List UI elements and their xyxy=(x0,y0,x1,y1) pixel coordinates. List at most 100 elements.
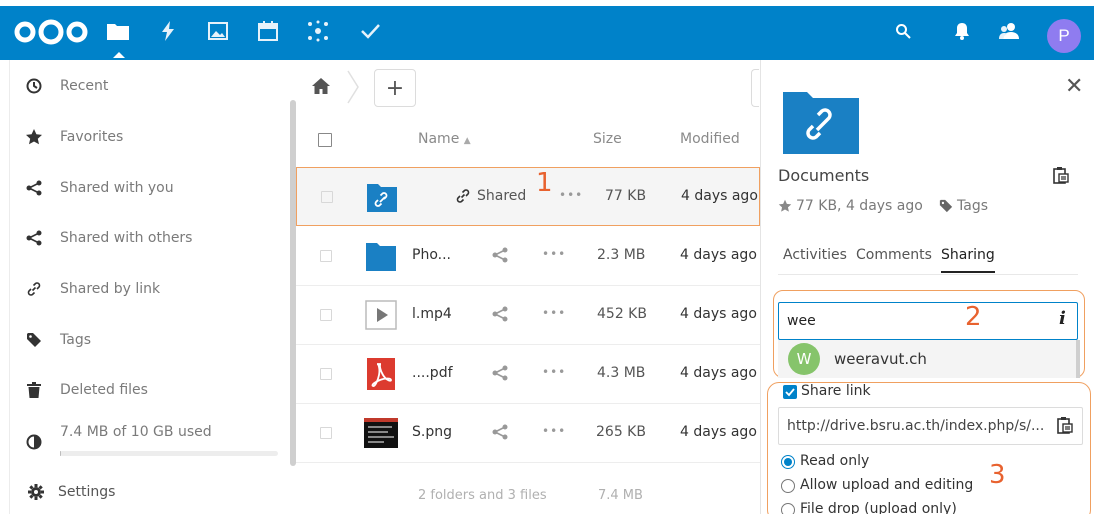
nav-item-favorites[interactable]: Favorites xyxy=(10,117,280,157)
more-actions-icon[interactable]: ••• xyxy=(542,306,566,320)
search-icon[interactable] xyxy=(892,20,914,42)
nav-item-label: Shared with others xyxy=(60,230,193,246)
total-size: 7.4 MB xyxy=(598,488,643,503)
nextcloud-logo[interactable] xyxy=(14,18,88,46)
row-checkbox[interactable] xyxy=(320,250,332,262)
nav-item-quota[interactable]: 7.4 MB of 10 GB used xyxy=(10,416,280,456)
tags-label: Tags xyxy=(957,198,988,214)
allow-upload-radio[interactable] xyxy=(781,479,795,493)
folder-icon xyxy=(366,243,396,271)
calendar-icon[interactable] xyxy=(256,19,280,43)
gallery-icon[interactable] xyxy=(206,19,230,43)
circles-icon[interactable] xyxy=(306,19,330,43)
details-sidebar: ✕ Documents 77 KB, 4 days ago Tags Activ… xyxy=(760,60,1094,514)
nav-item-shared-with-others[interactable]: Shared with others xyxy=(10,218,280,258)
row-checkbox[interactable] xyxy=(320,368,332,380)
tab-activities[interactable]: Activities xyxy=(783,247,847,263)
link-icon[interactable] xyxy=(455,188,471,208)
more-actions-icon[interactable]: ••• xyxy=(559,188,583,202)
contacts-icon[interactable] xyxy=(998,20,1020,42)
file-drop-label[interactable]: File drop (upload only) xyxy=(800,501,957,514)
file-drop-radio[interactable] xyxy=(781,503,795,514)
nav-item-recent[interactable]: Recent xyxy=(10,66,280,106)
share-link-checkbox[interactable] xyxy=(783,385,797,399)
star-icon[interactable] xyxy=(778,199,792,213)
file-name[interactable]: S.png xyxy=(412,424,452,440)
share-suggestion[interactable]: W weeravut.ch xyxy=(778,340,1078,378)
column-modified[interactable]: Modified xyxy=(680,131,740,147)
file-row-pdf[interactable]: ....pdf ••• 4.3 MB 4 days ago xyxy=(296,345,760,404)
quota-pie-icon xyxy=(24,432,44,452)
tasks-icon[interactable] xyxy=(358,19,382,43)
row-checkbox[interactable] xyxy=(320,427,332,439)
files-icon[interactable] xyxy=(106,19,130,43)
file-list: + Name ▲ Size Modified Shared ••• 77 KB … xyxy=(296,60,760,514)
tag-icon xyxy=(939,199,953,213)
quota-label: 7.4 MB of 10 GB used xyxy=(60,424,212,440)
clipboard-icon[interactable] xyxy=(1053,166,1069,188)
share-icon[interactable] xyxy=(492,247,508,267)
file-row-folder[interactable]: Pho... ••• 2.3 MB 4 days ago xyxy=(296,227,760,286)
nav-item-settings[interactable]: Settings xyxy=(10,472,280,512)
read-only-label[interactable]: Read only xyxy=(800,453,869,469)
close-icon[interactable]: ✕ xyxy=(1065,74,1083,99)
file-row-video[interactable]: l.mp4 ••• 452 KB 4 days ago xyxy=(296,286,760,345)
file-meta: 77 KB, 4 days ago xyxy=(778,198,923,214)
quota-bar xyxy=(60,451,278,456)
row-checkbox[interactable] xyxy=(320,309,332,321)
file-row-image[interactable]: S.png ••• 265 KB 4 days ago xyxy=(296,404,760,463)
app-navigation: Recent Favorites Shared with you Shared … xyxy=(10,60,296,514)
suggestion-avatar: W xyxy=(788,343,820,375)
file-name[interactable]: l.mp4 xyxy=(412,306,452,322)
row-checkbox[interactable] xyxy=(321,191,333,203)
column-size[interactable]: Size xyxy=(593,131,622,147)
suggestion-scrollbar[interactable] xyxy=(1076,340,1080,378)
file-size: 77 KB xyxy=(605,188,647,204)
file-row-documents[interactable]: Shared ••• 77 KB 4 days ago xyxy=(296,167,760,226)
active-app-marker xyxy=(113,52,125,58)
nav-item-shared-with-you[interactable]: Shared with you xyxy=(10,168,280,208)
more-actions-icon[interactable]: ••• xyxy=(542,247,566,261)
copy-link-icon[interactable] xyxy=(1057,416,1073,438)
suggestion-name: weeravut.ch xyxy=(834,350,927,368)
new-file-button[interactable]: + xyxy=(374,69,416,107)
shared-label[interactable]: Shared xyxy=(477,188,526,204)
column-name-label: Name xyxy=(418,131,460,147)
share-search-input[interactable] xyxy=(778,302,1078,340)
annotation-two: 2 xyxy=(965,302,982,332)
nav-item-label: Deleted files xyxy=(60,382,148,398)
user-avatar[interactable]: P xyxy=(1047,19,1081,53)
share-link-label[interactable]: Share link xyxy=(801,383,871,399)
share-icon[interactable] xyxy=(492,424,508,444)
share-icon[interactable] xyxy=(492,306,508,326)
share-icon[interactable] xyxy=(492,365,508,385)
read-only-radio[interactable] xyxy=(781,455,795,469)
tags-button[interactable]: Tags xyxy=(939,198,988,214)
nav-item-deleted-files[interactable]: Deleted files xyxy=(10,370,280,410)
nav-item-tags[interactable]: Tags xyxy=(10,320,280,360)
info-icon[interactable]: i xyxy=(1059,308,1066,329)
notifications-icon[interactable] xyxy=(951,20,973,42)
tab-comments[interactable]: Comments xyxy=(856,247,932,263)
clock-icon xyxy=(24,76,44,96)
link-icon xyxy=(24,279,44,299)
tab-divider xyxy=(778,274,1078,275)
share-link-url[interactable] xyxy=(778,407,1083,445)
annotation-three: 3 xyxy=(989,460,1006,490)
nav-item-label: Shared by link xyxy=(60,281,161,297)
more-actions-icon[interactable]: ••• xyxy=(542,424,566,438)
more-actions-icon[interactable]: ••• xyxy=(542,365,566,379)
tag-icon xyxy=(24,330,44,350)
file-name[interactable]: Pho... xyxy=(412,247,451,263)
nav-item-shared-by-link[interactable]: Shared by link xyxy=(10,269,280,309)
column-name[interactable]: Name ▲ xyxy=(418,131,471,147)
file-name[interactable]: ....pdf xyxy=(412,365,453,381)
select-all-checkbox[interactable] xyxy=(318,133,332,147)
avatar-initial: P xyxy=(1058,26,1070,45)
nav-edge xyxy=(0,60,10,514)
home-icon[interactable] xyxy=(312,78,330,98)
allow-upload-label[interactable]: Allow upload and editing xyxy=(800,477,973,493)
activity-icon[interactable] xyxy=(156,19,180,43)
image-thumbnail xyxy=(364,418,398,448)
tab-sharing[interactable]: Sharing xyxy=(941,247,995,273)
